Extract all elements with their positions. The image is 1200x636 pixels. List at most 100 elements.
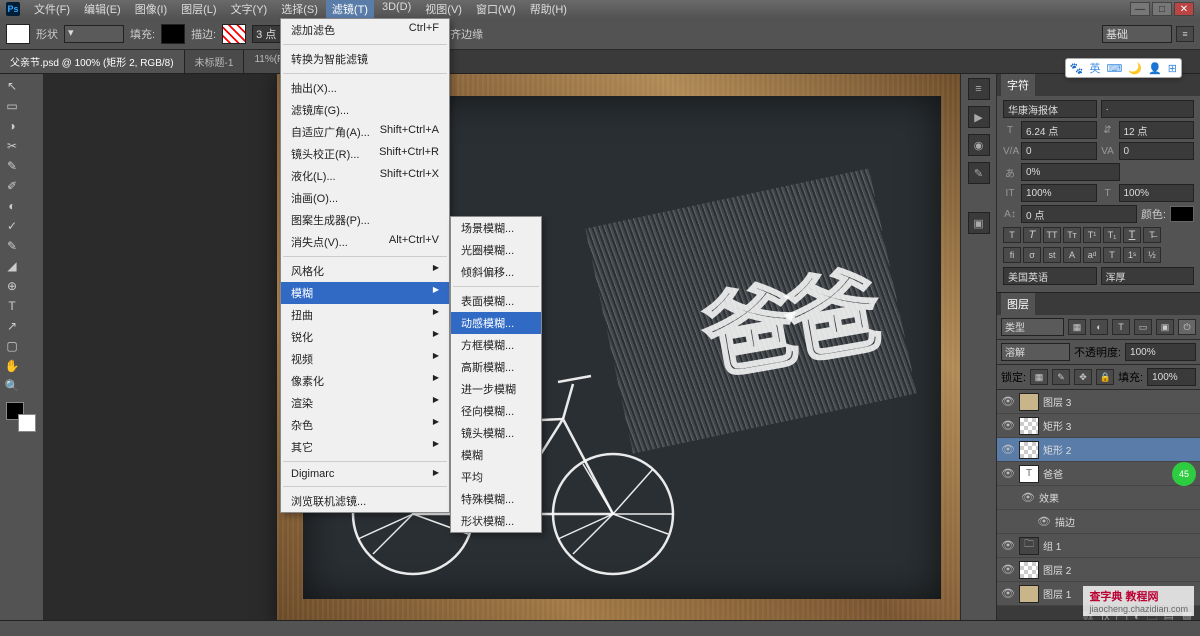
filter-shape-icon[interactable]: ▭ [1134, 319, 1152, 335]
actions-panel-icon[interactable]: ▶ [968, 106, 990, 128]
menu-9[interactable]: 窗口(W) [470, 0, 522, 19]
menu-item[interactable]: 表面模糊... [451, 290, 541, 312]
menu-item[interactable]: 像素化 [281, 370, 449, 392]
antialias-select[interactable] [1101, 267, 1195, 285]
italic-button[interactable]: T [1023, 227, 1041, 243]
shape-mode-select[interactable]: ▾ [64, 25, 124, 43]
filter-smart-icon[interactable]: ▣ [1156, 319, 1174, 335]
stroke-swatch[interactable] [222, 24, 246, 44]
text-color-swatch[interactable] [1170, 206, 1194, 222]
menu-item[interactable]: 渲染 [281, 392, 449, 414]
visibility-icon[interactable]: 👁 [1037, 515, 1051, 528]
tool-13[interactable]: ▢ [2, 336, 22, 356]
blend-mode-select[interactable]: 溶解 [1001, 343, 1070, 361]
menu-item[interactable]: 形状模糊... [451, 510, 541, 532]
menu-item[interactable]: Digimarc [281, 465, 449, 483]
visibility-icon[interactable]: 👁 [1001, 587, 1015, 600]
ime-toolbar[interactable]: 🐾 英 ⌨ 🌙 👤 ⊞ [1065, 58, 1182, 78]
menu-5[interactable]: 选择(S) [275, 0, 324, 19]
menu-item[interactable]: 光圈模糊... [451, 239, 541, 261]
strike-button[interactable]: T̶ [1143, 227, 1161, 243]
notification-badge[interactable]: 45 [1172, 462, 1196, 486]
menu-item[interactable]: 滤镜库(G)... [281, 99, 449, 121]
tool-9[interactable]: ◢ [2, 256, 22, 276]
layer-filter-kind[interactable]: 类型 [1001, 318, 1064, 336]
layer-row[interactable]: 👁🗀组 1 [997, 534, 1200, 558]
menu-2[interactable]: 图像(I) [129, 0, 173, 19]
blur-submenu[interactable]: 场景模糊...光圈模糊...倾斜偏移...表面模糊...动感模糊...方框模糊.… [450, 216, 542, 533]
menu-item[interactable]: 风格化 [281, 260, 449, 282]
opentype-A-button[interactable]: A [1063, 247, 1081, 263]
menu-item[interactable]: 其它 [281, 436, 449, 458]
baseline-input[interactable] [1021, 205, 1137, 223]
menu-item[interactable]: 平均 [451, 466, 541, 488]
layer-row[interactable]: 👁T爸爸fx ▾ [997, 462, 1200, 486]
menu-item[interactable]: 转换为智能滤镜 [281, 48, 449, 70]
lock-pixels-icon[interactable]: ✎ [1052, 369, 1070, 385]
menu-8[interactable]: 视图(V) [419, 0, 468, 19]
workspace-options-icon[interactable]: ≡ [1176, 26, 1194, 42]
layer-row[interactable]: 👁效果 [997, 486, 1200, 510]
ime-keyboard-icon[interactable]: ⌨ [1106, 62, 1122, 75]
maximize-button[interactable]: □ [1152, 2, 1172, 16]
filter-pixel-icon[interactable]: ▦ [1068, 319, 1086, 335]
menu-item[interactable]: 油画(O)... [281, 187, 449, 209]
layer-list[interactable]: 👁图层 3👁矩形 3👁矩形 2👁T爸爸fx ▾👁效果👁描边👁🗀组 1👁图层 2👁… [997, 390, 1200, 606]
opacity-input[interactable] [1125, 343, 1196, 361]
visibility-icon[interactable]: 👁 [1021, 491, 1035, 504]
allcaps-button[interactable]: TT [1043, 227, 1061, 243]
opentype-st-button[interactable]: st [1043, 247, 1061, 263]
menu-item[interactable]: 倾斜偏移... [451, 261, 541, 283]
menu-item[interactable]: 浏览联机滤镜... [281, 490, 449, 512]
visibility-icon[interactable]: 👁 [1001, 395, 1015, 408]
kerning-input[interactable] [1021, 142, 1097, 160]
tool-14[interactable]: ✋ [2, 356, 22, 376]
tool-7[interactable]: ✓ [2, 216, 22, 236]
menu-item[interactable]: 滤加滤色Ctrl+F [281, 19, 449, 41]
filter-menu[interactable]: 滤加滤色Ctrl+F转换为智能滤镜抽出(X)...滤镜库(G)...自适应广角(… [280, 18, 450, 513]
superscript-button[interactable]: T¹ [1083, 227, 1101, 243]
lock-trans-icon[interactable]: ▦ [1030, 369, 1048, 385]
menu-item[interactable]: 动感模糊... [451, 312, 541, 334]
lock-position-icon[interactable]: ✥ [1074, 369, 1092, 385]
bold-button[interactable]: T [1003, 227, 1021, 243]
tool-preset-swatch[interactable] [6, 24, 30, 44]
layer-row[interactable]: 👁图层 3 [997, 390, 1200, 414]
workspace-select[interactable]: 基础 [1102, 25, 1172, 43]
tool-8[interactable]: ✎ [2, 236, 22, 256]
filter-text-icon[interactable]: T [1112, 319, 1130, 335]
menu-3[interactable]: 图层(L) [175, 0, 222, 19]
tool-4[interactable]: ✎ [2, 156, 22, 176]
3d-panel-icon[interactable]: ▣ [968, 212, 990, 234]
doc-tab-1[interactable]: 未标题-1 [185, 50, 245, 73]
menu-item[interactable]: 自适应广角(A)...Shift+Ctrl+A [281, 121, 449, 143]
tool-10[interactable]: ⊕ [2, 276, 22, 296]
menu-item[interactable]: 径向模糊... [451, 400, 541, 422]
leading-input[interactable] [1119, 121, 1195, 139]
visibility-icon[interactable]: 👁 [1001, 539, 1015, 552]
filter-toggle[interactable]: ⏻ [1178, 319, 1196, 335]
tool-6[interactable]: ◐ [2, 196, 22, 216]
brush-panel-icon[interactable]: ✎ [968, 162, 990, 184]
tsume-input[interactable] [1021, 163, 1120, 181]
menu-item[interactable]: 场景模糊... [451, 217, 541, 239]
properties-panel-icon[interactable]: ◉ [968, 134, 990, 156]
subscript-button[interactable]: T₁ [1103, 227, 1121, 243]
tool-2[interactable]: ◑ [2, 116, 22, 136]
font-family-select[interactable] [1003, 100, 1097, 118]
menu-item[interactable]: 镜头校正(R)...Shift+Ctrl+R [281, 143, 449, 165]
layer-row[interactable]: 👁描边 [997, 510, 1200, 534]
visibility-icon[interactable]: 👁 [1001, 419, 1015, 432]
menu-7[interactable]: 3D(D) [376, 0, 417, 19]
filter-adjust-icon[interactable]: ◐ [1090, 319, 1108, 335]
menu-4[interactable]: 文字(Y) [225, 0, 274, 19]
menu-6[interactable]: 滤镜(T) [326, 0, 374, 19]
history-panel-icon[interactable]: ≡ [968, 78, 990, 100]
background-color[interactable] [18, 414, 36, 432]
layer-row[interactable]: 👁矩形 3 [997, 414, 1200, 438]
menu-item[interactable]: 锐化 [281, 326, 449, 348]
opentype-ad-button[interactable]: aᵈ [1083, 247, 1101, 263]
hscale-input[interactable] [1119, 184, 1195, 202]
fill-swatch[interactable] [161, 24, 185, 44]
underline-button[interactable]: T [1123, 227, 1141, 243]
